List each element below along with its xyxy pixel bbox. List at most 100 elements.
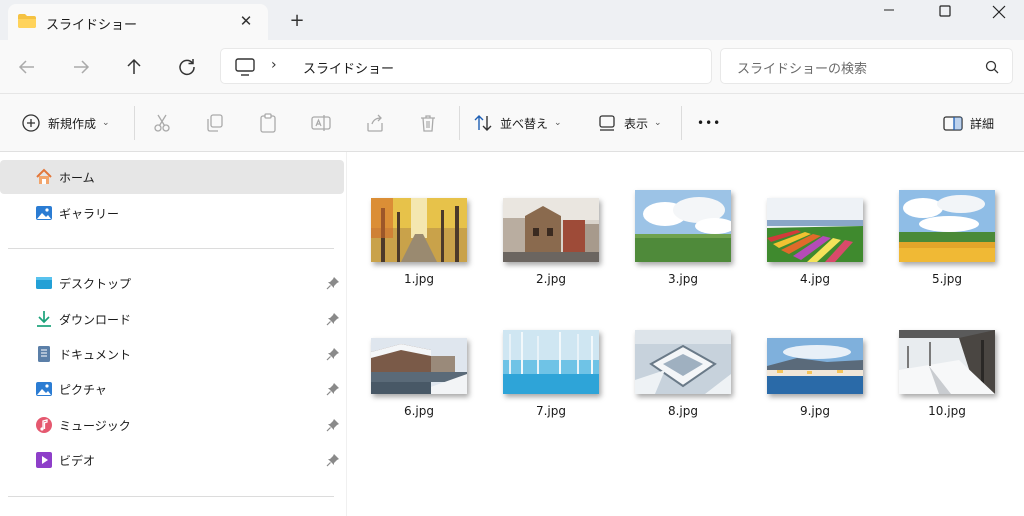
image-thumbnail: [503, 198, 599, 262]
pictures-icon: [36, 382, 52, 396]
pin-icon[interactable]: [326, 347, 340, 361]
chevron-down-icon: ⌄: [554, 118, 562, 128]
sidebar-divider: [8, 248, 334, 249]
file-name: 8.jpg: [667, 404, 699, 418]
file-name: 7.jpg: [535, 404, 567, 418]
refresh-button[interactable]: [174, 54, 200, 80]
close-icon: [992, 5, 1006, 19]
file-item[interactable]: 1.jpg: [359, 190, 479, 300]
back-button[interactable]: [14, 54, 40, 80]
paste-button[interactable]: [257, 108, 279, 138]
sidebar-item-home[interactable]: ホーム: [0, 160, 344, 194]
new-button-label: 新規作成: [48, 116, 97, 131]
copy-icon: [207, 114, 223, 132]
view-icon: [599, 115, 615, 131]
pin-icon[interactable]: [326, 453, 340, 467]
sidebar-divider: [8, 496, 334, 497]
rename-button[interactable]: [310, 108, 332, 138]
delete-button[interactable]: [417, 108, 439, 138]
tab-title: スライドショー: [46, 18, 138, 33]
pin-icon[interactable]: [326, 418, 340, 432]
pin-icon[interactable]: [326, 382, 340, 396]
videos-icon: [36, 452, 52, 468]
folder-icon: [18, 14, 36, 28]
sidebar-item-videos[interactable]: ビデオ: [0, 443, 344, 477]
details-pane-label: 詳細: [970, 116, 995, 131]
documents-icon: [38, 346, 50, 362]
sidebar-item-desktop[interactable]: デスクトップ: [0, 266, 344, 300]
file-item[interactable]: 9.jpg: [755, 322, 875, 432]
trash-icon: [421, 115, 435, 132]
maximize-icon: [939, 5, 951, 17]
desktop-icon: [36, 277, 52, 289]
file-item[interactable]: 2.jpg: [491, 190, 611, 300]
arrow-up-icon: [127, 58, 141, 74]
details-pane-button[interactable]: 詳細: [942, 108, 994, 138]
sidebar-item-label: ピクチャ: [59, 382, 107, 397]
tab-slideshow[interactable]: スライドショー ✕: [8, 4, 268, 40]
sidebar-item-gallery[interactable]: ギャラリー: [0, 196, 344, 230]
sidebar-item-documents[interactable]: ドキュメント: [0, 337, 344, 371]
file-item[interactable]: 3.jpg: [623, 190, 743, 300]
up-button[interactable]: [121, 54, 147, 80]
sidebar-item-label: ギャラリー: [59, 206, 120, 221]
file-name: 2.jpg: [535, 272, 567, 286]
more-options-button[interactable]: •••: [697, 108, 721, 138]
file-item[interactable]: 6.jpg: [359, 322, 479, 432]
pin-icon[interactable]: [326, 276, 340, 290]
details-pane-icon: [943, 116, 963, 131]
file-item[interactable]: 4.jpg: [755, 190, 875, 300]
download-icon: [37, 311, 51, 327]
cut-button[interactable]: [151, 108, 173, 138]
new-button[interactable]: 新規作成 ⌄: [20, 108, 110, 138]
gallery-icon: [36, 206, 52, 220]
share-button[interactable]: [364, 108, 386, 138]
copy-button[interactable]: [204, 108, 226, 138]
file-item[interactable]: 10.jpg: [887, 322, 1007, 432]
music-icon: [36, 417, 52, 433]
image-thumbnail: [371, 338, 467, 394]
search-icon[interactable]: [984, 59, 1000, 75]
minimize-button[interactable]: [866, 0, 912, 28]
sort-button-label: 並べ替え: [500, 116, 549, 131]
view-button[interactable]: 表示 ⌄: [596, 108, 662, 138]
sidebar-item-music[interactable]: ミュージック: [0, 408, 344, 442]
breadcrumb-current-folder[interactable]: スライドショー: [303, 58, 394, 77]
tab-close-button[interactable]: ✕: [236, 11, 256, 31]
title-bar: スライドショー ✕ +: [0, 0, 1024, 40]
search-box[interactable]: スライドショーの検索: [720, 48, 1013, 84]
share-icon: [367, 114, 383, 132]
file-item[interactable]: 8.jpg: [623, 322, 743, 432]
clipboard-icon: [260, 113, 276, 133]
forward-button[interactable]: [68, 54, 94, 80]
sidebar-item-downloads[interactable]: ダウンロード: [0, 302, 344, 336]
maximize-button[interactable]: [922, 0, 968, 28]
navigation-bar: › スライドショー スライドショーの検索: [0, 40, 1024, 94]
image-thumbnail: [635, 330, 731, 394]
sort-button[interactable]: 並べ替え ⌄: [472, 108, 562, 138]
view-button-label: 表示: [624, 116, 649, 131]
chevron-down-icon: ⌄: [102, 118, 110, 128]
scissors-icon: [154, 114, 170, 132]
new-tab-button[interactable]: +: [286, 10, 308, 32]
search-input[interactable]: スライドショーの検索: [737, 58, 867, 77]
sidebar-item-label: ダウンロード: [59, 312, 132, 327]
this-pc-icon: [235, 58, 255, 76]
image-thumbnail: [767, 198, 863, 262]
file-name: 6.jpg: [403, 404, 435, 418]
breadcrumb-separator[interactable]: ›: [271, 57, 277, 73]
file-item[interactable]: 5.jpg: [887, 190, 1007, 300]
file-name: 9.jpg: [799, 404, 831, 418]
file-item[interactable]: 7.jpg: [491, 322, 611, 432]
rename-icon: [311, 115, 331, 131]
minimize-icon: [884, 9, 894, 11]
sidebar-item-pictures[interactable]: ピクチャ: [0, 372, 344, 406]
image-thumbnail: [371, 198, 467, 262]
home-icon: [36, 168, 52, 184]
close-window-button[interactable]: [976, 0, 1022, 28]
file-name: 1.jpg: [403, 272, 435, 286]
pin-icon[interactable]: [326, 312, 340, 326]
sidebar-item-label: デスクトップ: [59, 276, 132, 291]
address-bar[interactable]: › スライドショー: [220, 48, 712, 84]
image-thumbnail: [503, 330, 599, 394]
